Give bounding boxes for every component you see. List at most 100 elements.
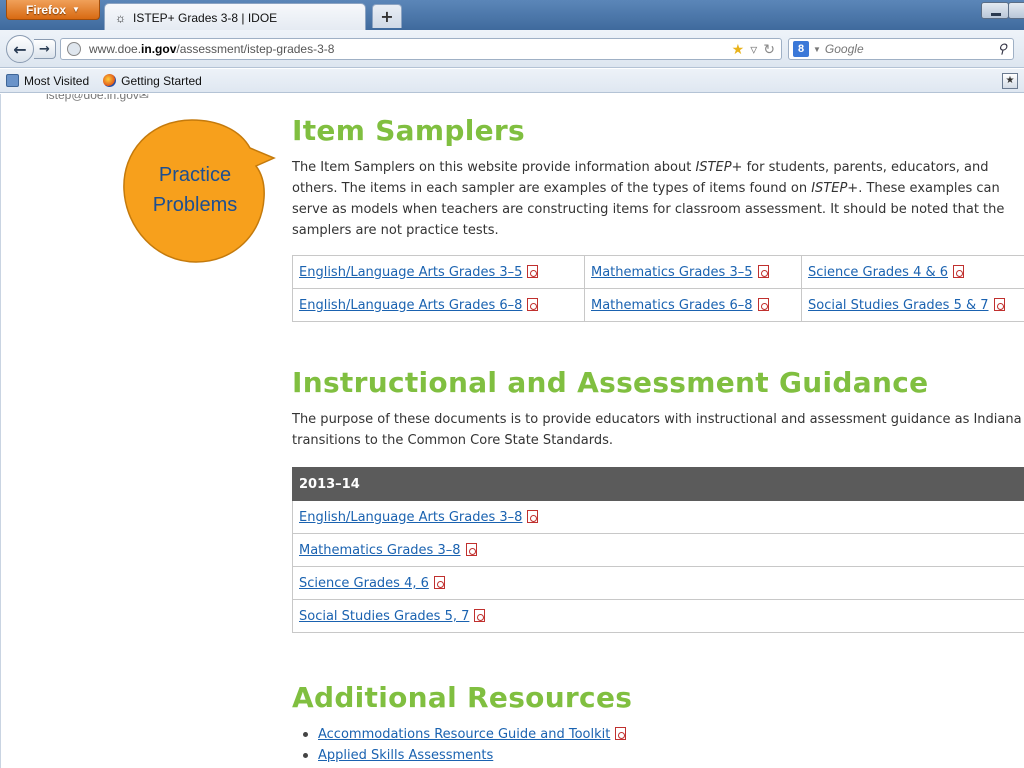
bookmark-label: Getting Started xyxy=(121,73,202,88)
pdf-icon xyxy=(615,727,627,740)
bookmarks-menu-icon[interactable]: ★ xyxy=(1002,73,1018,89)
sampler-link[interactable]: Science Grades 4 & 6 xyxy=(808,265,948,280)
search-engine-label: Google xyxy=(824,42,864,56)
table-cell: Science Grades 4 & 6 xyxy=(801,255,1024,289)
guidance-link[interactable]: English/Language Arts Grades 3–8 xyxy=(299,510,522,525)
navigation-toolbar: ← → www.doe. in.gov/assessment/istep-grad… xyxy=(0,30,1024,68)
favicon-icon: ☼ xyxy=(115,10,126,25)
main-column: Item Samplers The Item Samplers on this … xyxy=(292,94,1024,766)
intro-emphasis: ISTEP+ xyxy=(811,181,859,196)
search-box[interactable]: 8 ▼ Google ⚲ xyxy=(788,38,1014,60)
bookmark-label: Most Visited xyxy=(24,73,90,88)
new-tab-button[interactable]: + xyxy=(372,4,402,28)
google-icon[interactable]: 8 xyxy=(793,41,809,57)
bookmark-star-icon[interactable]: ★ xyxy=(732,41,745,58)
section-heading: Instructional and Assessment Guidance xyxy=(292,366,929,399)
table-cell: Social Studies Grades 5, 7 xyxy=(292,599,1024,633)
pdf-icon xyxy=(527,297,539,311)
table-cell: Mathematics Grades 3–5 xyxy=(584,255,802,289)
forward-button[interactable]: → xyxy=(34,39,56,59)
bookmarks-toolbar: Most Visited Getting Started ★ xyxy=(0,69,1024,93)
sampler-link[interactable]: Social Studies Grades 5 & 7 xyxy=(808,298,989,313)
firefox-menu-button[interactable]: Firefox ▼ xyxy=(6,0,100,20)
resource-link[interactable]: Accommodations Resource Guide and Toolki… xyxy=(318,727,610,742)
intro-emphasis: ISTEP+ xyxy=(695,160,743,175)
contact-email[interactable]: istep@doe.in.gov✉ xyxy=(46,94,149,102)
pdf-icon xyxy=(757,297,769,311)
intro-text: The Item Samplers on this website provid… xyxy=(292,160,696,175)
pdf-icon xyxy=(527,264,539,278)
callout-line-1: Practice xyxy=(158,164,232,186)
section-heading: Additional Resources xyxy=(292,681,633,714)
bookmark-most-visited[interactable]: Most Visited xyxy=(6,74,89,88)
sampler-link[interactable]: Mathematics Grades 3–5 xyxy=(591,265,753,280)
reload-icon[interactable]: ↻ xyxy=(763,41,775,58)
sampler-link[interactable]: English/Language Arts Grades 3–5 xyxy=(299,265,522,280)
window-titlebar: Firefox ▼ ☼ ISTEP+ Grades 3-8 | IDOE + xyxy=(0,0,1024,31)
mail-icon: ✉ xyxy=(138,94,149,102)
search-icon[interactable]: ⚲ xyxy=(997,41,1007,57)
back-button[interactable]: ← xyxy=(6,35,34,63)
callout-text: Practice Problems xyxy=(122,160,268,220)
table-cell: English/Language Arts Grades 6–8 xyxy=(292,288,585,322)
pdf-icon xyxy=(757,264,769,278)
pdf-icon xyxy=(953,264,965,278)
email-link[interactable]: istep@doe.in.gov xyxy=(46,94,139,102)
guidance-link[interactable]: Science Grades 4, 6 xyxy=(299,576,429,591)
pdf-icon xyxy=(474,608,486,622)
url-prefix: www.doe. xyxy=(89,42,142,56)
table-row: English/Language Arts Grades 6–8 Mathema… xyxy=(292,288,1024,322)
guidance-link[interactable]: Social Studies Grades 5, 7 xyxy=(299,609,469,624)
list-item: Accommodations Resource Guide and Toolki… xyxy=(292,724,1024,745)
table-cell: English/Language Arts Grades 3–8 xyxy=(292,500,1024,534)
callout-line-2: Problems xyxy=(152,194,238,216)
history-dropdown-icon[interactable]: ▿ xyxy=(750,41,757,58)
tab-istep[interactable]: ☼ ISTEP+ Grades 3-8 | IDOE xyxy=(104,3,366,31)
url-domain: in.gov xyxy=(141,42,177,56)
guidance-table: 2013–14 English/Language Arts Grades 3–8… xyxy=(292,467,1024,633)
minimize-button[interactable] xyxy=(981,2,1009,19)
url-path: /assessment/istep-grades-3-8 xyxy=(176,42,335,56)
sampler-link[interactable]: Mathematics Grades 6–8 xyxy=(591,298,753,313)
guidance-intro: The purpose of these documents is to pro… xyxy=(292,412,1022,448)
page-content: istep@doe.in.gov✉ Practice Problems Item… xyxy=(0,94,1024,768)
table-row: Social Studies Grades 5, 7 xyxy=(292,599,1024,633)
most-visited-icon xyxy=(6,74,19,87)
item-samplers-table: English/Language Arts Grades 3–5 Mathema… xyxy=(292,255,1024,322)
item-samplers-intro: The Item Samplers on this website provid… xyxy=(292,157,1024,241)
table-cell: English/Language Arts Grades 3–5 xyxy=(292,255,585,289)
url-bar[interactable]: www.doe. in.gov/assessment/istep-grades-3… xyxy=(60,38,782,60)
arrow-right-icon: → xyxy=(39,41,50,57)
guidance-link[interactable]: Mathematics Grades 3–8 xyxy=(299,543,461,558)
table-cell: Mathematics Grades 3–8 xyxy=(292,533,1024,567)
table-row: English/Language Arts Grades 3–8 xyxy=(292,500,1024,534)
guidance-section: Instructional and Assessment Guidance Th… xyxy=(292,366,1024,633)
resources-list: Accommodations Resource Guide and Toolki… xyxy=(292,724,1024,766)
table-row: Mathematics Grades 3–8 xyxy=(292,533,1024,567)
table-cell: Science Grades 4, 6 xyxy=(292,566,1024,600)
table-row: Science Grades 4, 6 xyxy=(292,566,1024,600)
sampler-link[interactable]: English/Language Arts Grades 6–8 xyxy=(299,298,522,313)
list-item: Applied Skills Assessments xyxy=(292,745,1024,766)
maximize-button[interactable] xyxy=(1008,2,1024,19)
practice-problems-callout: Practice Problems xyxy=(122,118,278,268)
table-cell: Mathematics Grades 6–8 xyxy=(584,288,802,322)
item-samplers-section: Item Samplers The Item Samplers on this … xyxy=(292,114,1024,322)
pdf-icon xyxy=(993,297,1005,311)
year-header: 2013–14 xyxy=(292,467,1024,501)
pdf-icon xyxy=(465,542,477,556)
firefox-menu-label: Firefox xyxy=(26,2,67,17)
url-actions: ★ ▿ ↻ xyxy=(732,41,775,58)
table-header-row: 2013–14 xyxy=(292,467,1024,501)
pdf-icon xyxy=(433,575,445,589)
chevron-down-icon: ▼ xyxy=(72,5,80,14)
additional-resources-section: Additional Resources Accommodations Reso… xyxy=(292,681,1024,766)
search-engine-dropdown-icon[interactable]: ▼ xyxy=(813,45,821,54)
bookmark-getting-started[interactable]: Getting Started xyxy=(103,74,202,88)
pdf-icon xyxy=(527,509,539,523)
window-left-border xyxy=(0,94,1,768)
resource-link[interactable]: Applied Skills Assessments xyxy=(318,748,493,763)
minimize-icon xyxy=(991,13,1001,16)
arrow-left-icon: ← xyxy=(13,39,27,59)
firefox-icon xyxy=(103,74,117,87)
